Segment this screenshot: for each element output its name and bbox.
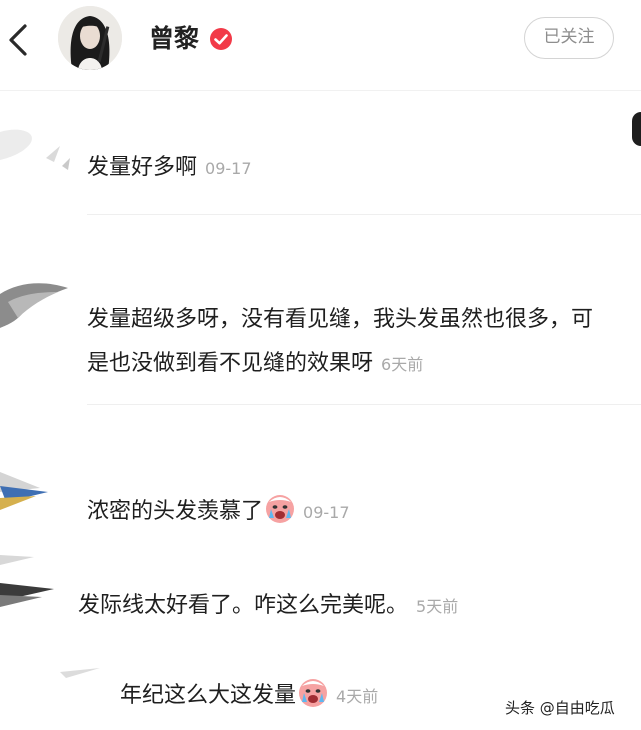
commenter-avatar[interactable] xyxy=(0,276,72,336)
comment-text: 发际线太好看了。咋这么完美呢。 5天前 xyxy=(78,593,459,618)
comment-text: 发量好多啊 09-17 xyxy=(87,155,252,180)
following-button[interactable]: 已关注 xyxy=(524,17,614,59)
comment-divider xyxy=(87,404,641,405)
comment-divider xyxy=(87,214,641,215)
comment-date: 09-17 xyxy=(303,503,350,522)
floating-edge-icon[interactable] xyxy=(632,112,641,146)
comment-text: 年纪这么大这发量 4天前 xyxy=(120,678,378,714)
comment-text: 浓密的头发羡慕了 09-17 xyxy=(87,494,350,530)
commenter-avatar[interactable] xyxy=(0,118,70,178)
commenter-avatar[interactable] xyxy=(0,462,56,518)
comment-date: 4天前 xyxy=(336,687,379,706)
verified-badge-icon xyxy=(210,28,232,50)
profile-header: 曾黎 已关注 xyxy=(0,0,641,84)
watermark: 头条 @自由吃瓜 xyxy=(505,699,615,717)
comment-date: 09-17 xyxy=(205,159,252,178)
comment-date: 6天前 xyxy=(381,355,424,374)
crying-face-emoji-icon xyxy=(299,679,328,707)
crying-face-emoji-icon xyxy=(266,495,295,523)
commenter-avatar[interactable] xyxy=(0,555,58,615)
comment-date: 5天前 xyxy=(416,597,459,616)
avatar[interactable] xyxy=(58,6,122,70)
commenter-avatar[interactable] xyxy=(60,664,100,684)
header-divider xyxy=(0,90,641,91)
comment-text: 发量超级多呀，没有看见缝，我头发虽然也很多，可是也没做到看不见缝的效果呀 6天前 xyxy=(87,307,594,376)
chevron-left-icon[interactable] xyxy=(6,22,30,58)
profile-username: 曾黎 xyxy=(149,24,200,53)
